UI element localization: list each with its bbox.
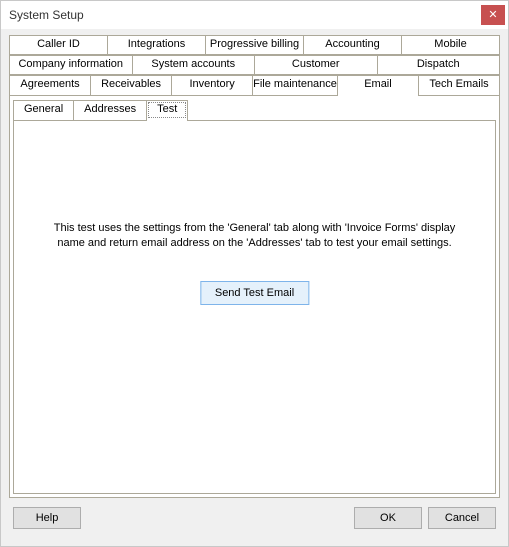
close-button[interactable]: ✕ [481,5,505,25]
test-description: This test uses the settings from the 'Ge… [44,221,465,251]
titlebar: System Setup ✕ [1,1,508,29]
tab-integrations[interactable]: Integrations [107,35,206,55]
test-tab-panel: This test uses the settings from the 'Ge… [13,120,496,494]
inner-tab-test[interactable]: Test [146,100,188,120]
tab-row-2: Company information System accounts Cust… [9,55,500,75]
tab-dispatch[interactable]: Dispatch [377,55,501,75]
inner-tab-strip: General Addresses Test [10,100,499,120]
help-button[interactable]: Help [13,507,81,529]
dialog-body: Caller ID Integrations Progressive billi… [1,29,508,546]
tab-agreements[interactable]: Agreements [9,75,91,95]
inner-tab-general[interactable]: General [13,100,74,120]
window-title: System Setup [9,8,481,22]
tab-receivables[interactable]: Receivables [90,75,172,95]
cancel-button[interactable]: Cancel [428,507,496,529]
tab-caller-id[interactable]: Caller ID [9,35,108,55]
tab-progressive-billing[interactable]: Progressive billing [205,35,304,55]
dialog-footer: Help OK Cancel [9,498,500,538]
email-panel: General Addresses Test This test uses th… [9,95,500,498]
tab-row-1: Caller ID Integrations Progressive billi… [9,35,500,55]
system-setup-window: System Setup ✕ Caller ID Integrations Pr… [0,0,509,547]
tab-file-maintenance[interactable]: File maintenance [252,75,338,95]
ok-button[interactable]: OK [354,507,422,529]
tab-customer[interactable]: Customer [254,55,378,75]
tab-system-accounts[interactable]: System accounts [132,55,256,75]
tab-inventory[interactable]: Inventory [171,75,253,95]
outer-tab-strip: Caller ID Integrations Progressive billi… [9,35,500,95]
tab-tech-emails[interactable]: Tech Emails [418,75,500,95]
send-test-email-button[interactable]: Send Test Email [200,281,309,305]
inner-tab-addresses[interactable]: Addresses [73,100,147,120]
tab-mobile[interactable]: Mobile [401,35,500,55]
tab-row-3: Agreements Receivables Inventory File ma… [9,75,500,95]
tab-company-information[interactable]: Company information [9,55,133,75]
tab-accounting[interactable]: Accounting [303,35,402,55]
close-icon: ✕ [488,10,497,21]
tab-email[interactable]: Email [337,75,419,95]
